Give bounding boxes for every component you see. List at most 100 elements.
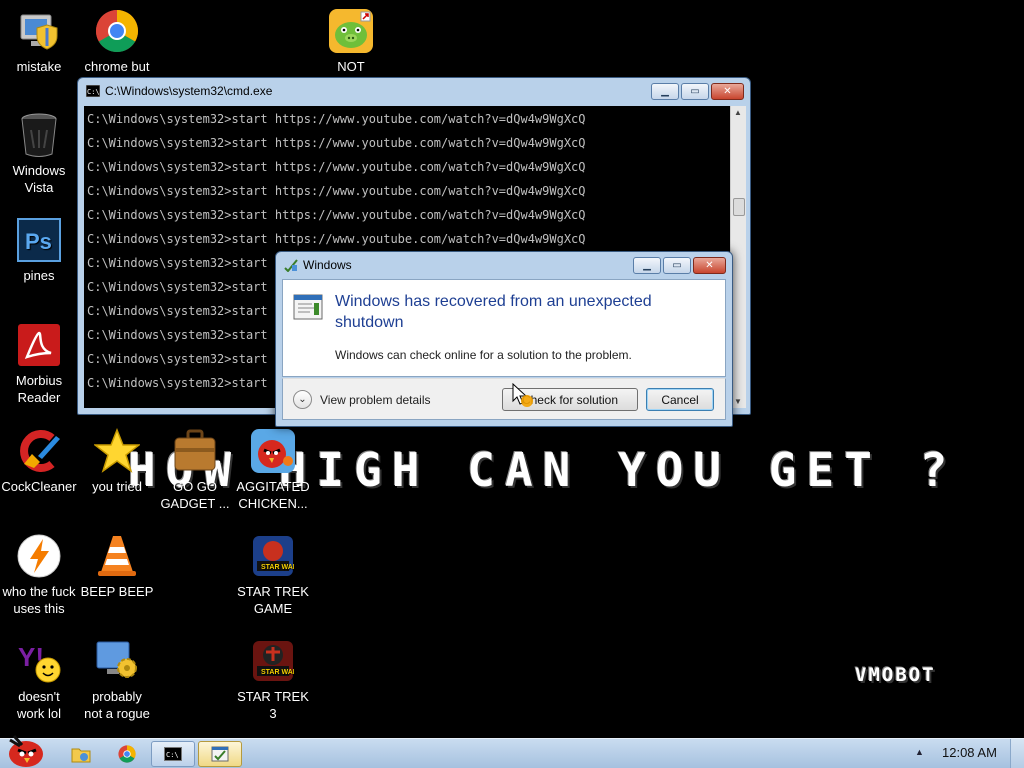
windows-flag-icon (284, 259, 298, 273)
taskbar-pinned-explorer[interactable] (66, 741, 96, 767)
start-button[interactable] (2, 733, 50, 768)
show-desktop-button[interactable] (1010, 739, 1024, 768)
icon-label: Windows (12, 163, 66, 178)
minimize-button[interactable]: ▁ (651, 83, 679, 100)
traffic-cone-icon (94, 533, 140, 579)
desktop-icon-aggitated-chicken[interactable]: AGGITATED CHICKEN... (234, 428, 312, 512)
console-prompt: C:\Windows\system32> (87, 208, 232, 222)
console-prompt: C:\Windows\system32> (87, 328, 232, 342)
console-line: C:\Windows\system32>start https://www.yo… (87, 207, 730, 231)
taskbar-task-dialog[interactable] (198, 741, 242, 767)
svg-text:C:\: C:\ (166, 751, 179, 759)
cmd-icon: C:\ (85, 84, 101, 98)
dialog-content: Windows has recovered from an unexpected… (282, 279, 726, 377)
console-command: start https://www.youtube.com/watch?v=dQ… (231, 232, 586, 246)
icon-label: GAME (253, 601, 293, 616)
console-line: C:\Windows\system32>start https://www.yo… (87, 135, 730, 159)
icon-label: pines (23, 268, 55, 283)
star-wars-game-icon: STAR WARS (250, 533, 296, 579)
desktop-icon-you-tried[interactable]: you tried (78, 428, 156, 495)
angry-bird-start-icon (9, 735, 43, 767)
desktop-icon-probably-not-rogue[interactable]: probably not a rogue (78, 638, 156, 722)
icon-label: Vista (24, 180, 54, 195)
desktop-icon-pines[interactable]: Ps pines (0, 217, 78, 284)
console-command: start https://www.youtube.com/watch?v=dQ… (231, 112, 586, 126)
console-line: C:\Windows\system32>start https://www.yo… (87, 111, 730, 135)
console-command: start https://www.youtube.com/watch?v=dQ… (231, 208, 586, 222)
close-button[interactable]: ✕ (693, 257, 726, 274)
close-button[interactable]: ✕ (711, 83, 744, 100)
briefcase-icon (172, 428, 218, 474)
desktop-icon-star-trek-game[interactable]: STAR WARS STAR TREK GAME (234, 533, 312, 617)
tray-expand-icon[interactable]: ▲ (915, 747, 924, 757)
icon-label: probably (92, 689, 142, 704)
desktop-icon-windows-vista[interactable]: Windows Vista (0, 112, 78, 196)
error-report-icon (293, 294, 323, 325)
minimize-button[interactable]: ▁ (633, 257, 661, 274)
dialog-heading: Windows has recovered from an unexpected… (335, 293, 652, 331)
photoshop-icon: Ps (16, 217, 62, 263)
desktop-icon-cockcleaner[interactable]: CockCleaner (0, 428, 78, 495)
avast-icon (16, 533, 62, 579)
desktop-icon-chrome[interactable]: chrome but (78, 8, 156, 75)
icon-label: mistake (16, 59, 62, 74)
wallpaper-signature: VMOBOT (855, 664, 936, 686)
icon-label: work lol (16, 706, 62, 721)
recovery-dialog[interactable]: Windows ▁ ▭ ✕ Windows has recovered from… (275, 251, 733, 427)
desktop-icon-go-go-gadget[interactable]: GO GO GADGET ... (156, 428, 234, 512)
dialog-message: Windows can check online for a solution … (335, 348, 632, 362)
console-prompt: C:\Windows\system32> (87, 280, 232, 294)
scroll-down-icon[interactable]: ▼ (734, 397, 742, 406)
dialog-footer: ⌄ View problem details Check for solutio… (282, 378, 726, 420)
view-details-label: View problem details (320, 392, 431, 407)
chevron-down-icon[interactable]: ⌄ (293, 390, 312, 409)
chrome-icon (118, 745, 136, 763)
console-prompt: C:\Windows\system32> (87, 136, 232, 150)
mouse-cursor-icon (512, 382, 534, 414)
desktop-icon-morbius-reader[interactable]: Morbius Reader (0, 322, 78, 406)
desktop-icon-star-trek-3[interactable]: STAR WARS STAR TREK 3 (234, 638, 312, 722)
desktop-icon-who-uses-this[interactable]: who the fuck uses this (0, 533, 78, 617)
ccleaner-icon (16, 428, 62, 474)
minimize-icon: ▁ (661, 86, 669, 97)
icon-label: 3 (269, 706, 277, 721)
star-wars-game-icon: STAR WARS (250, 638, 296, 684)
dialog-caption-buttons: ▁ ▭ ✕ (633, 257, 726, 274)
explorer-icon (71, 748, 91, 763)
maximize-button[interactable]: ▭ (663, 257, 691, 274)
desktop-icon-mistake[interactable]: mistake (0, 8, 78, 75)
console-prompt: C:\Windows\system32> (87, 160, 232, 174)
close-icon: ✕ (723, 86, 732, 97)
view-details-toggle[interactable]: ⌄ View problem details (293, 390, 431, 409)
icon-label: chrome but (84, 59, 150, 74)
console-line: C:\Windows\system32>start https://www.yo… (87, 183, 730, 207)
icon-label: not a rogue (84, 706, 150, 721)
maximize-button[interactable]: ▭ (681, 83, 709, 100)
console-prompt: C:\Windows\system32> (87, 304, 232, 318)
icon-label: you tried (92, 479, 142, 494)
pdf-reader-icon (16, 322, 62, 368)
desktop-icon-doesnt-work[interactable]: Y! doesn't work lol (0, 638, 78, 722)
recycle-bin-icon (16, 112, 62, 158)
desktop-icon-beep-beep[interactable]: BEEP BEEP (78, 533, 156, 600)
angry-bird-icon (250, 428, 296, 474)
scroll-up-icon[interactable]: ▲ (734, 108, 742, 117)
console-prompt: C:\Windows\system32> (87, 376, 232, 390)
icon-label: AGGITATED (236, 479, 310, 494)
console-prompt: C:\Windows\system32> (87, 232, 232, 246)
maximize-icon: ▭ (672, 260, 682, 271)
taskbar-pinned-chrome[interactable] (112, 741, 142, 767)
icon-label: STAR TREK (237, 584, 309, 599)
cmd-titlebar[interactable]: C:\ C:\Windows\system32\cmd.exe (78, 78, 750, 104)
icon-label: STAR TREK (237, 689, 309, 704)
maximize-icon: ▭ (690, 86, 700, 97)
cancel-button[interactable]: Cancel (646, 388, 714, 411)
console-prompt: C:\Windows\system32> (87, 352, 232, 366)
scrollbar-thumb[interactable] (733, 198, 745, 216)
icon-label: GADGET ... (160, 496, 230, 511)
chrome-icon (94, 8, 140, 54)
taskbar-task-cmd[interactable]: C:\ (151, 741, 195, 767)
star-icon (94, 428, 140, 474)
taskbar-clock[interactable]: 12:08 AM (942, 745, 997, 760)
svg-text:C:\: C:\ (87, 88, 100, 96)
